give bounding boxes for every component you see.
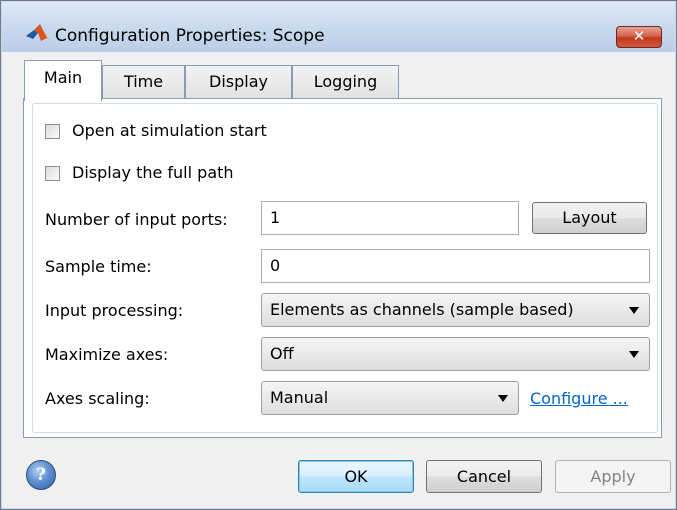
axes-scaling-label: Axes scaling:: [45, 389, 150, 408]
tab-time[interactable]: Time: [102, 65, 185, 98]
input-processing-dropdown[interactable]: Elements as channels (sample based): [261, 293, 650, 327]
axes-scaling-value: Manual: [270, 388, 329, 407]
display-full-path-label: Display the full path: [72, 163, 234, 182]
axes-scaling-dropdown[interactable]: Manual: [261, 381, 519, 415]
tab-logging-label: Logging: [313, 72, 378, 91]
chevron-down-icon: [629, 307, 639, 314]
title-bar[interactable]: Configuration Properties: Scope ✕: [2, 2, 675, 52]
chevron-down-icon: [498, 395, 508, 402]
maximize-axes-value: Off: [270, 344, 294, 363]
input-ports-field[interactable]: 1: [261, 201, 519, 235]
configure-link[interactable]: Configure ...: [530, 389, 628, 408]
maximize-axes-label: Maximize axes:: [45, 345, 169, 364]
input-processing-label: Input processing:: [45, 301, 184, 320]
configuration-properties-dialog: Configuration Properties: Scope ✕ Main T…: [0, 0, 677, 510]
help-icon[interactable]: ?: [26, 460, 56, 490]
close-button[interactable]: ✕: [616, 26, 662, 48]
input-ports-label: Number of input ports:: [45, 210, 228, 229]
window-title: Configuration Properties: Scope: [55, 26, 325, 46]
open-at-start-label: Open at simulation start: [72, 121, 267, 140]
help-glyph: ?: [36, 465, 46, 485]
apply-button[interactable]: Apply: [555, 460, 671, 493]
tab-main[interactable]: Main: [24, 60, 102, 101]
open-at-start-checkbox[interactable]: [45, 124, 60, 139]
layout-button[interactable]: Layout: [532, 202, 647, 234]
chevron-down-icon: [629, 351, 639, 358]
matlab-icon: [26, 24, 50, 46]
tab-time-label: Time: [123, 72, 164, 91]
cancel-button[interactable]: Cancel: [426, 460, 542, 493]
tab-display[interactable]: Display: [185, 65, 292, 98]
tab-logging[interactable]: Logging: [292, 65, 399, 98]
close-icon: ✕: [632, 27, 646, 45]
input-processing-value: Elements as channels (sample based): [270, 300, 574, 319]
maximize-axes-dropdown[interactable]: Off: [261, 337, 650, 371]
tab-main-label: Main: [43, 68, 83, 87]
display-full-path-checkbox[interactable]: [45, 166, 60, 181]
sample-time-label: Sample time:: [45, 257, 152, 276]
ok-button[interactable]: OK: [298, 460, 414, 493]
sample-time-field[interactable]: 0: [261, 249, 650, 283]
tab-display-label: Display: [209, 72, 268, 91]
